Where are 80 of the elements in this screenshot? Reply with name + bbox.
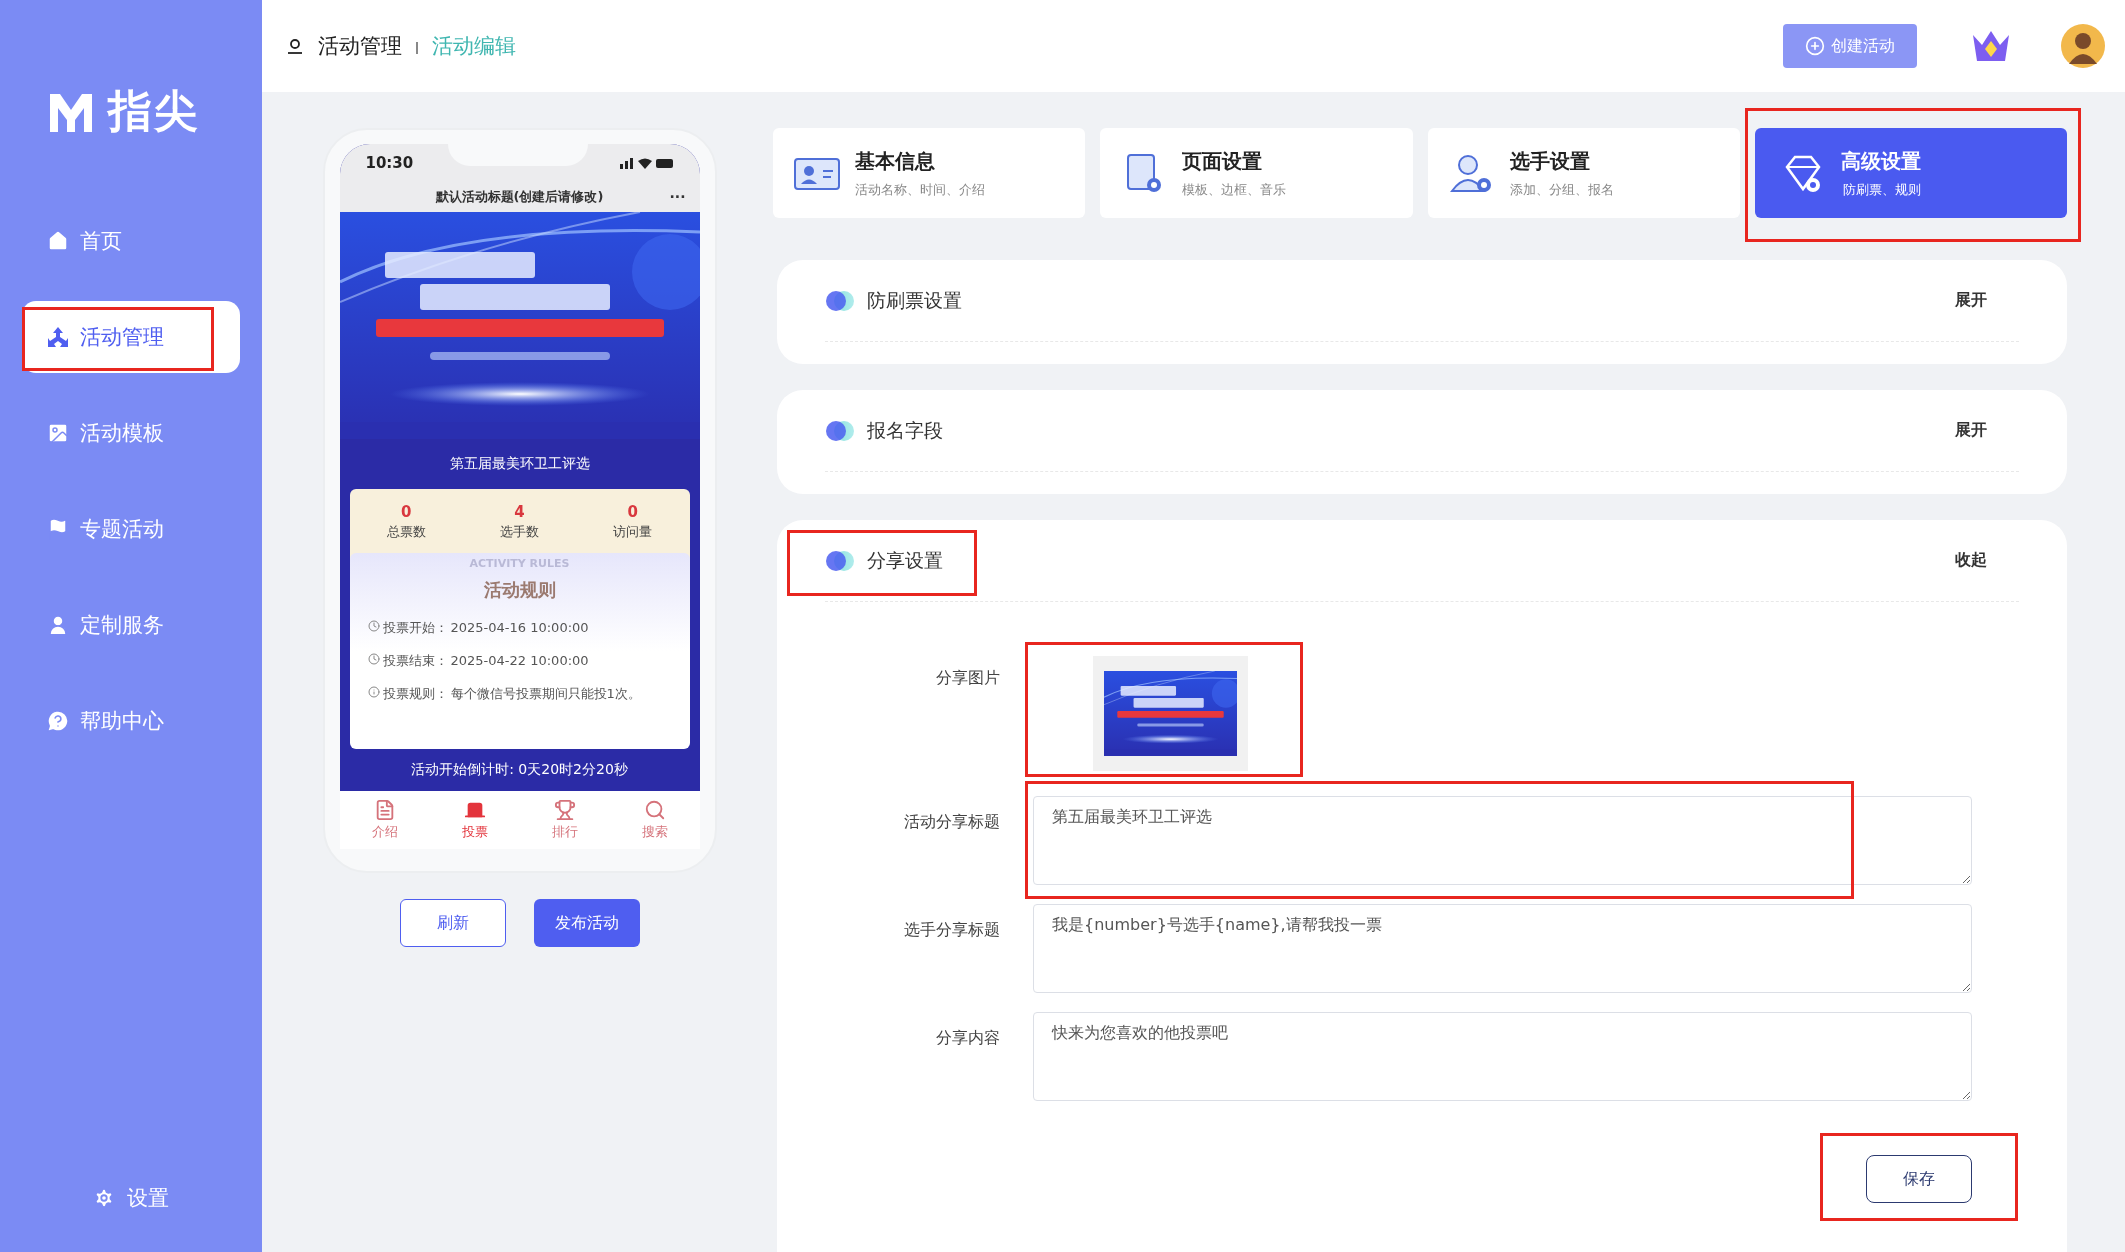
expand-toggle[interactable]: 展开	[1955, 420, 1987, 441]
info-icon	[367, 685, 380, 698]
sidebar-item[interactable]: 首页	[22, 205, 240, 277]
toggle-dot-icon	[825, 420, 855, 441]
logo-text: 指尖	[108, 84, 200, 138]
rule-value: 2025-04-16 10:00:00	[450, 619, 589, 638]
search-icon	[643, 799, 666, 821]
sidebar-item[interactable]: 定制服务	[22, 589, 240, 661]
phone-nav-item[interactable]: 介绍	[371, 799, 398, 841]
network-icon	[46, 325, 70, 349]
rule-label: 投票结束：	[382, 651, 448, 670]
user-pin-icon	[286, 37, 304, 55]
field-label: 活动分享标题	[903, 811, 1000, 833]
status-time: 10:30	[365, 154, 414, 172]
settings-tab[interactable]: 页面设置 模板、边框、音乐	[1100, 128, 1413, 218]
preview-title: 默认活动标题(创建后请修改)	[435, 188, 604, 206]
stat-label: 访问量	[613, 523, 653, 541]
toggle-dot-icon	[825, 550, 855, 571]
phone-nav-item[interactable]: 投票	[461, 799, 488, 841]
tab-subtitle: 活动名称、时间、介绍	[855, 180, 985, 199]
sidebar-item[interactable]: 帮助中心	[22, 685, 240, 757]
status-icons	[619, 156, 676, 170]
refresh-button[interactable]: 刷新	[399, 899, 506, 947]
tab-subtitle: 防刷票、规则	[1842, 180, 1921, 199]
more-button[interactable]: ···	[669, 189, 686, 205]
publish-button[interactable]: 发布活动	[533, 899, 640, 947]
rule-value: 2025-04-22 10:00:00	[450, 651, 589, 670]
rule-label: 投票开始：	[382, 619, 448, 638]
create-activity-button[interactable]: 创建活动	[1783, 24, 1917, 68]
clock-icon	[367, 620, 380, 633]
panel-title: 防刷票设置	[867, 287, 962, 313]
stat-value: 0	[400, 503, 412, 521]
avatar[interactable]	[2061, 24, 2105, 68]
settings-icon	[93, 1187, 115, 1209]
settings-tab[interactable]: 高级设置 防刷票、规则	[1754, 128, 2067, 218]
countdown-text: 活动开始倒计时: 0天20时2分20秒	[410, 760, 629, 779]
phone-nav-item[interactable]: 排行	[551, 799, 578, 841]
field-label: 选手分享标题	[903, 919, 1000, 941]
sidebar-item[interactable]: 活动管理	[22, 301, 240, 373]
plus-icon	[1805, 36, 1825, 56]
crown-icon[interactable]	[1971, 29, 2011, 63]
home-icon	[46, 229, 70, 253]
tab-title: 高级设置	[1840, 147, 1921, 175]
field-label: 分享内容	[935, 1027, 1000, 1049]
settings-tab[interactable]: 选手设置 添加、分组、报名	[1427, 128, 1740, 218]
toggle-dot-icon	[825, 290, 855, 311]
save-button[interactable]: 保存	[1866, 1155, 1972, 1203]
preview-subtitle: 第五届最美环卫工评选	[448, 454, 591, 473]
image-icon	[46, 421, 70, 445]
panel-title: 分享设置	[867, 547, 943, 573]
image-upload[interactable]	[1093, 656, 1248, 771]
tab-title: 基本信息	[855, 147, 936, 175]
stat-label: 总票数	[386, 523, 426, 541]
help-icon	[46, 709, 70, 733]
text-area[interactable]: 第五届最美环卫工评选	[1033, 796, 1972, 885]
field-label: 分享图片	[935, 667, 1000, 689]
phone-nav-item[interactable]: 搜索	[641, 799, 668, 841]
stat-value: 4	[514, 503, 525, 521]
rule-value: 每个微信号投票期间只能投1次。	[450, 684, 641, 703]
breadcrumb-current: 活动编辑	[432, 33, 516, 60]
panel-title: 报名字段	[867, 417, 943, 443]
tab-subtitle: 模板、边框、音乐	[1182, 180, 1287, 199]
breadcrumb-link[interactable]: 活动管理	[318, 32, 402, 60]
sidebar-item[interactable]: 专题活动	[22, 493, 240, 565]
clock-icon	[367, 652, 380, 665]
text-area[interactable]: 快来为您喜欢的他投票吧	[1033, 1012, 1972, 1101]
sidebar-item[interactable]: 活动模板	[22, 397, 240, 469]
expand-toggle[interactable]: 展开	[1955, 290, 1987, 311]
rules-title: 活动规则	[483, 578, 556, 603]
tab-subtitle: 添加、分组、报名	[1509, 180, 1614, 199]
settings-button[interactable]: 设置	[0, 1184, 262, 1212]
expand-toggle[interactable]: 收起	[1955, 550, 1987, 571]
rule-label: 投票规则：	[382, 684, 448, 703]
trophy-icon	[553, 799, 576, 821]
text-area[interactable]: 我是{number}号选手{name},请帮我投一票	[1033, 904, 1972, 993]
tab-title: 页面设置	[1182, 147, 1264, 175]
stat-value: 0	[627, 503, 639, 521]
tab-title: 选手设置	[1509, 147, 1591, 175]
stat-label: 选手数	[500, 523, 539, 541]
settings-tab[interactable]: 基本信息 活动名称、时间、介绍	[773, 128, 1086, 218]
